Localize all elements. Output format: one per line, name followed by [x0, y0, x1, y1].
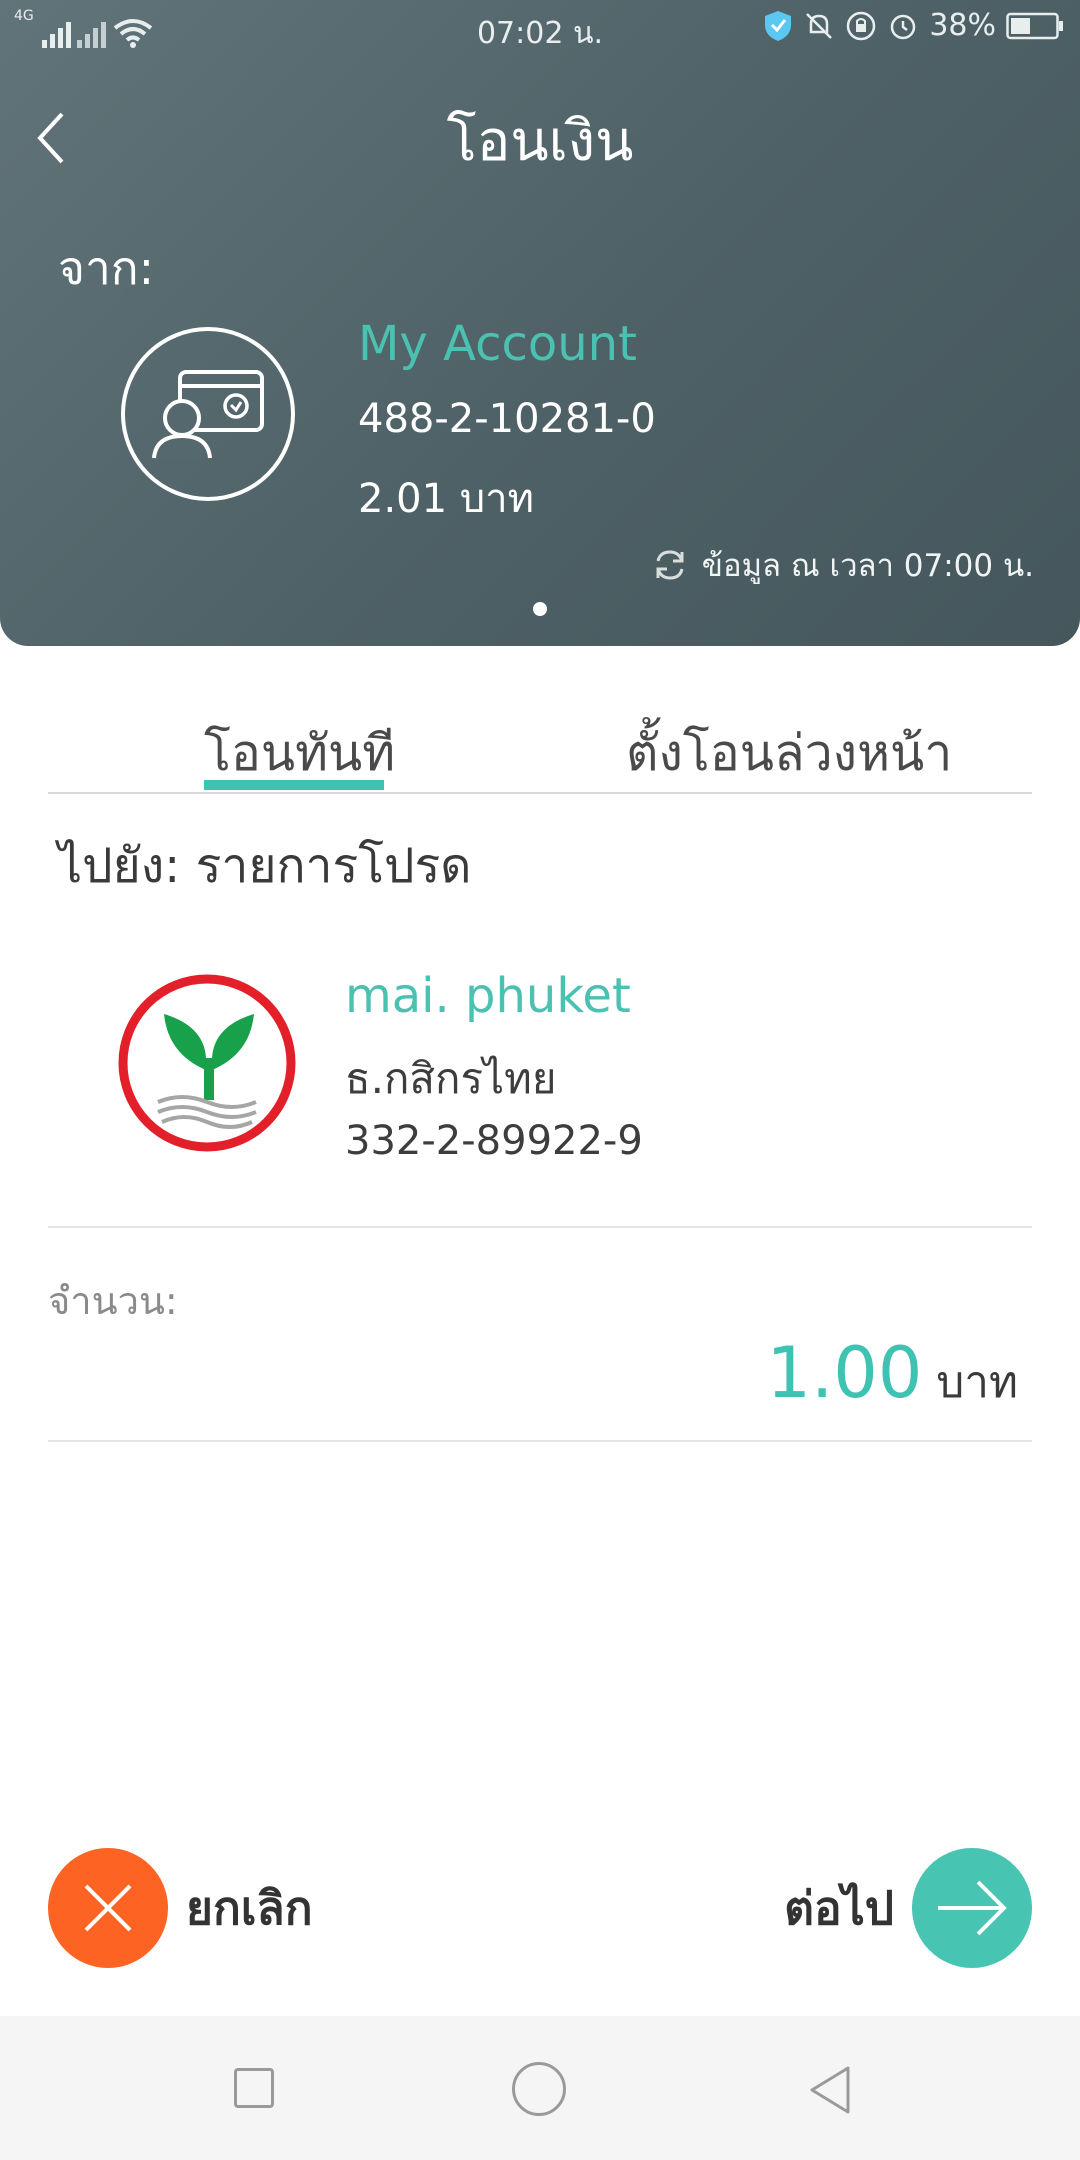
- destination-label: ไปยัง: รายการโปรด: [58, 838, 472, 894]
- recipient-account-number: 332-2-89922-9: [345, 1118, 643, 1164]
- divider: [48, 1440, 1032, 1442]
- tab-schedule-transfer[interactable]: ตั้งโอนล่วงหน้า: [626, 714, 952, 793]
- lock-rotation-icon: [847, 11, 876, 40]
- header-panel: 4G 07:02 น. 38% โอนเงิน จาก: My Account …: [0, 0, 1080, 646]
- recipient-bank: ธ.กสิกรไทย: [345, 1054, 557, 1103]
- amount-value[interactable]: 1.00: [767, 1332, 923, 1414]
- next-circle[interactable]: [912, 1848, 1032, 1968]
- recipient-name: mai. phuket: [345, 968, 631, 1024]
- amount-unit: บาท: [936, 1357, 1018, 1408]
- next-button[interactable]: ต่อไป: [784, 1848, 1032, 1968]
- account-number: 488-2-10281-0: [358, 396, 656, 442]
- status-icons: 38%: [763, 8, 1064, 43]
- close-icon: [84, 1884, 132, 1932]
- refresh-time-text: ข้อมูล ณ เวลา 07:00 น.: [701, 548, 1034, 584]
- amount-label: จำนวน:: [48, 1279, 178, 1323]
- shield-icon: [765, 10, 792, 41]
- kbank-logo[interactable]: [118, 974, 296, 1152]
- home-icon[interactable]: [512, 2062, 566, 2116]
- nav-back-icon[interactable]: [806, 2064, 856, 2116]
- page-indicator-dot: [533, 602, 547, 616]
- mute-bell-icon: [806, 12, 833, 39]
- refresh-icon[interactable]: [652, 547, 688, 583]
- transfer-tabs: โอนทันที ตั้งโอนล่วงหน้า: [48, 700, 1032, 794]
- battery-icon: [1006, 12, 1063, 39]
- from-label: จาก:: [58, 241, 155, 295]
- cancel-circle[interactable]: [48, 1848, 168, 1968]
- status-bar: 4G 07:02 น. 38%: [0, 0, 1080, 56]
- page-title: โอนเงิน: [446, 109, 634, 174]
- cancel-button[interactable]: ยกเลิก: [48, 1848, 313, 1968]
- arrow-right-icon: [938, 1880, 1007, 1936]
- account-name: My Account: [358, 316, 637, 372]
- recent-apps-icon[interactable]: [234, 2068, 274, 2108]
- next-label[interactable]: ต่อไป: [784, 1872, 894, 1945]
- active-tab-indicator: [204, 780, 384, 790]
- cancel-label[interactable]: ยกเลิก: [186, 1872, 313, 1945]
- account-balance: 2.01 บาท: [358, 476, 534, 522]
- divider: [48, 1226, 1032, 1228]
- alarm-icon: [891, 14, 916, 39]
- refresh-status[interactable]: ข้อมูล ณ เวลา 07:00 น.: [652, 540, 1034, 590]
- account-card-icon: [121, 327, 295, 501]
- amount-field[interactable]: 1.00 บาท: [767, 1332, 1019, 1417]
- battery-percent: 38%: [929, 8, 996, 43]
